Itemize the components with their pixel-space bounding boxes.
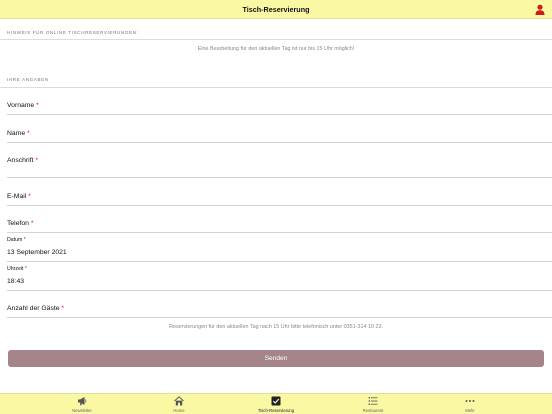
required-mark: * (27, 130, 30, 137)
email-field[interactable]: E-Mail * (7, 193, 31, 200)
datum-label-row: Datum * (7, 237, 26, 243)
datum-label: Datum (7, 237, 23, 243)
gaeste-label: Anzahl der Gäste (7, 305, 60, 312)
tab-newsletter[interactable]: Newsletter (52, 394, 112, 414)
more-icon (465, 400, 475, 402)
required-mark: * (23, 237, 26, 243)
telefon-field[interactable]: Telefon * (7, 220, 33, 227)
required-mark: * (61, 305, 65, 312)
divider (0, 87, 552, 88)
uhrzeit-label-row: Uhrzeit * (7, 266, 27, 272)
hinweis-text: Eine Bearbeitung für den aktuellen Tag i… (197, 46, 355, 52)
field-underline (7, 290, 552, 291)
field-underline (7, 114, 552, 115)
send-button[interactable]: Senden (8, 350, 544, 367)
required-mark: * (36, 102, 39, 109)
uhrzeit-input[interactable]: 18:43 (7, 278, 24, 285)
home-icon (174, 396, 184, 406)
vorname-label: Vorname (7, 102, 35, 109)
user-icon[interactable] (535, 4, 545, 15)
gaeste-field[interactable]: Anzahl der Gäste * (7, 305, 64, 312)
field-underline (7, 177, 552, 178)
section-title-angaben: IHRE ANGABEN (7, 77, 49, 82)
required-mark: * (35, 157, 38, 164)
required-mark: * (24, 266, 27, 272)
navigation-bar: Tisch-Reservierung (0, 0, 552, 19)
checkbox-icon (271, 396, 281, 406)
section-title-hinweis: HINWEIS FÜR ONLINE TISCHRESERVIERUNGEN: (7, 30, 139, 35)
reservation-note: Reservierungen für den aktuellen Tag nac… (169, 324, 383, 330)
field-underline (7, 317, 552, 318)
tab-label: Restaurant (362, 408, 384, 413)
field-underline (7, 261, 552, 262)
tab-restaurant[interactable]: Restaurant (343, 394, 403, 414)
name-field[interactable]: Name * (7, 130, 30, 137)
telefon-label: Telefon (7, 220, 29, 227)
field-underline (7, 205, 552, 206)
list-icon (368, 397, 378, 405)
page-title: Tisch-Reservierung (242, 5, 310, 14)
tab-label: Tisch-Reservierung (257, 408, 295, 413)
email-label: E-Mail (7, 193, 27, 200)
uhrzeit-label: Uhrzeit (7, 266, 24, 272)
required-mark: * (30, 220, 34, 227)
megaphone-icon (78, 397, 87, 406)
tab-label: Newsletter (72, 408, 92, 413)
anschrift-label: Anschrift (7, 157, 34, 164)
name-label: Name (7, 130, 26, 137)
datum-input[interactable]: 13 September 2021 (7, 249, 67, 256)
tab-home[interactable]: Home (149, 394, 209, 414)
field-underline (7, 142, 552, 143)
divider (0, 39, 552, 40)
tab-label: Home (173, 408, 185, 413)
tab-mehr[interactable]: Mehr (440, 394, 500, 414)
tab-label: Mehr (465, 408, 475, 413)
vorname-field[interactable]: Vorname * (7, 102, 39, 109)
tab-tisch-reservierung[interactable]: Tisch-Reservierung (246, 394, 306, 414)
required-mark: * (28, 193, 31, 200)
tab-bar: Newsletter Home Tisch-Reservierung Resta… (0, 393, 552, 414)
anschrift-field[interactable]: Anschrift * (7, 157, 38, 164)
field-underline (7, 232, 552, 233)
